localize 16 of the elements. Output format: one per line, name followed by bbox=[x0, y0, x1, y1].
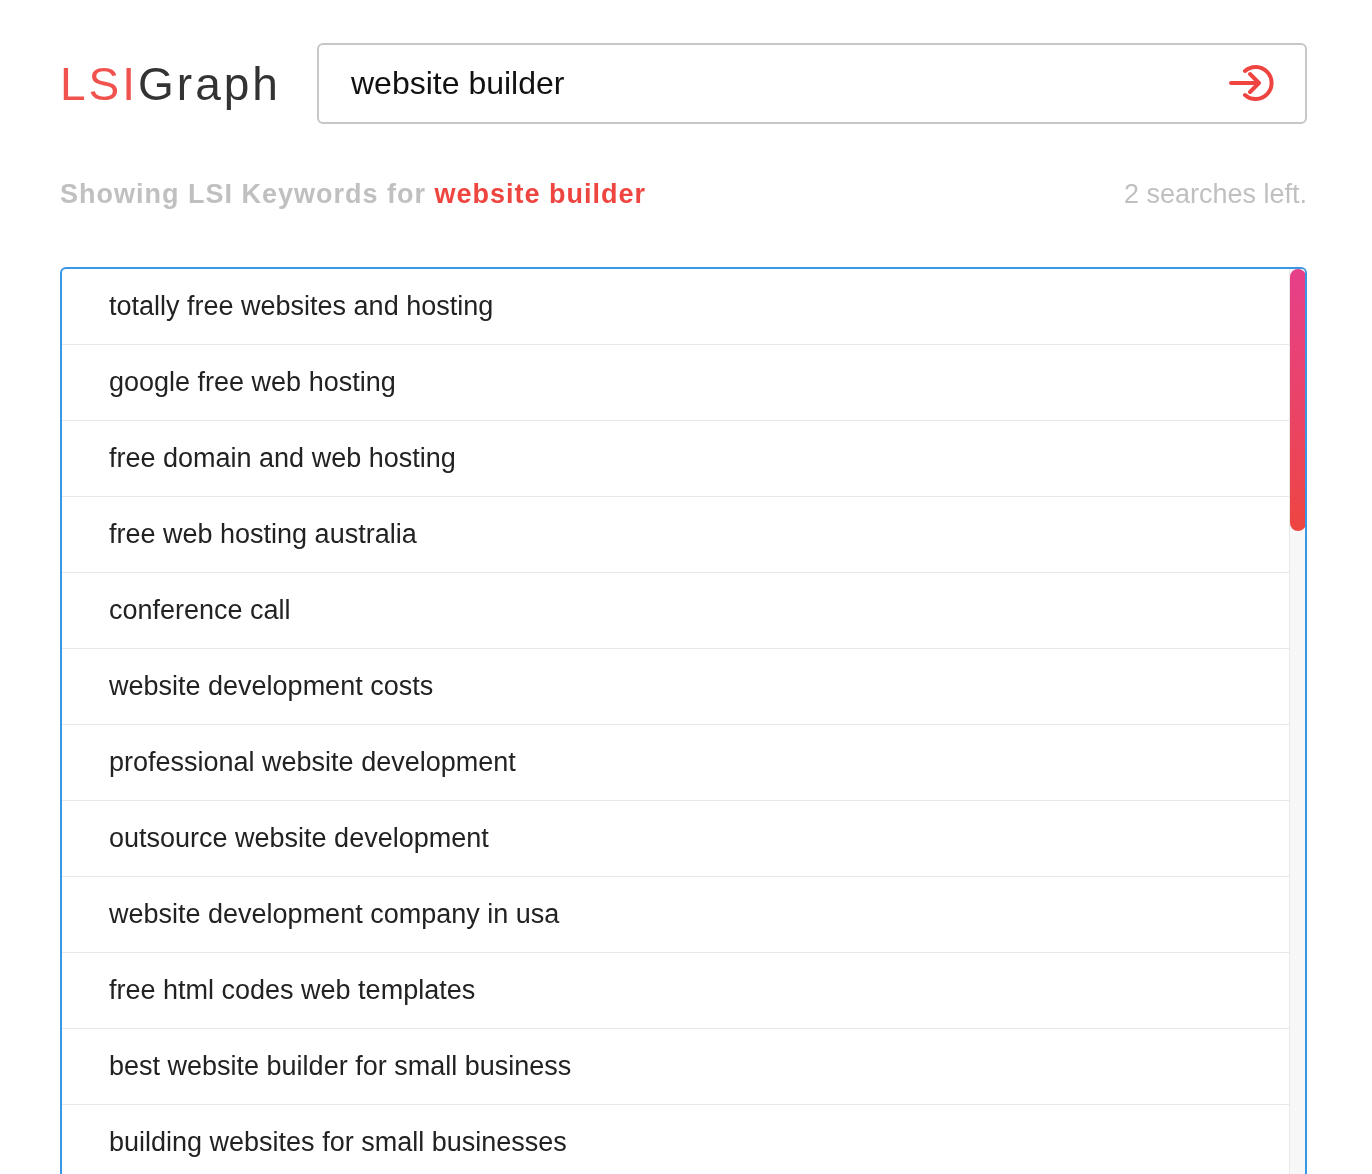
keyword-item[interactable]: google free web hosting bbox=[62, 344, 1289, 421]
scrollbar-track[interactable] bbox=[1289, 268, 1305, 1174]
keyword-item[interactable]: best website builder for small business bbox=[62, 1028, 1289, 1105]
keyword-item[interactable]: professional website development bbox=[62, 724, 1289, 801]
keyword-item[interactable]: website development company in usa bbox=[62, 876, 1289, 953]
keyword-item[interactable]: free domain and web hosting bbox=[62, 420, 1289, 497]
results-heading: Showing LSI Keywords for website builder bbox=[60, 178, 647, 211]
keyword-item[interactable]: conference call bbox=[62, 572, 1289, 649]
keyword-item[interactable]: free html codes web templates bbox=[62, 952, 1289, 1029]
keyword-item[interactable]: totally free websites and hosting bbox=[62, 268, 1289, 345]
keyword-item[interactable]: outsource website development bbox=[62, 800, 1289, 877]
searches-left-text: 2 searches left. bbox=[1123, 178, 1307, 211]
keyword-item[interactable]: website development costs bbox=[62, 648, 1289, 725]
search-field[interactable]: website builder bbox=[317, 43, 1307, 124]
keyword-item[interactable]: free web hosting australia bbox=[62, 496, 1289, 573]
scrollbar-thumb[interactable] bbox=[1290, 268, 1305, 531]
